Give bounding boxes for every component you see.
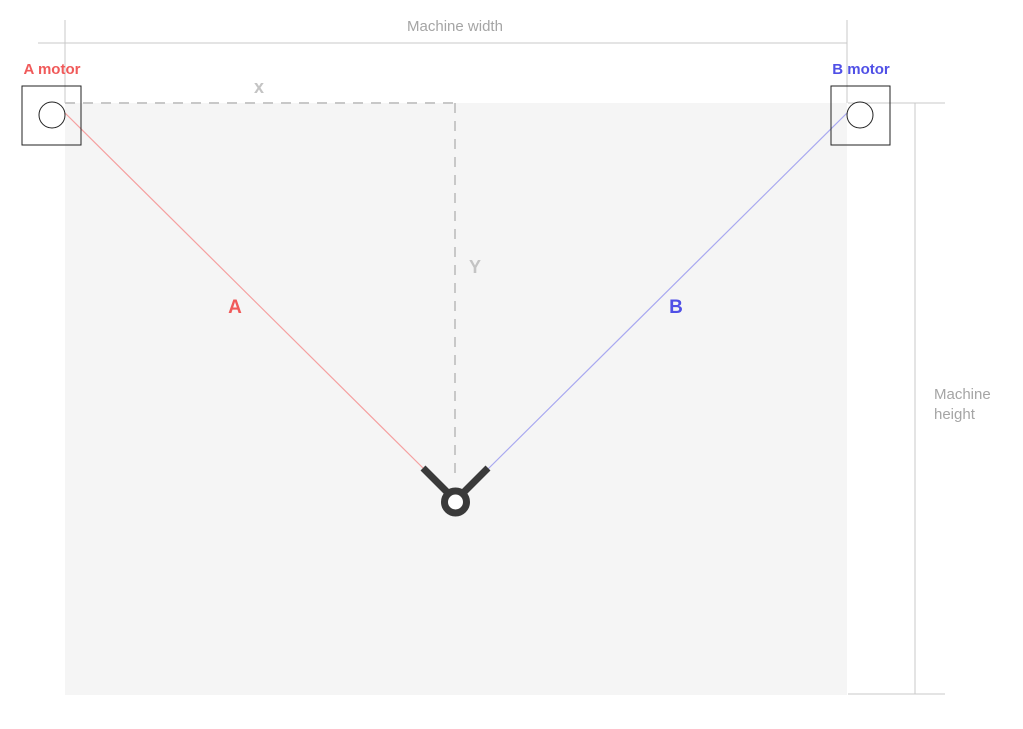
gondola-pen-ring xyxy=(441,487,470,517)
motor-a-label: A motor xyxy=(24,61,81,78)
cord-a-label: A xyxy=(228,297,242,318)
diagram-canvas: Machine width Machine height x Y A B A m… xyxy=(21,18,991,695)
motor-b-spindle-icon xyxy=(846,101,874,129)
motor-a-spindle-icon xyxy=(38,101,66,129)
cord-b-label: B xyxy=(669,297,683,318)
machine-height-label-line2: height xyxy=(934,406,976,423)
motor-b-label: B motor xyxy=(832,61,890,78)
machine-height-label-line1: Machine xyxy=(934,386,991,403)
machine-width-label: Machine width xyxy=(407,18,503,35)
polargraph-diagram: Machine width Machine height x Y A B A m… xyxy=(0,0,1023,729)
x-coordinate-label: x xyxy=(254,77,264,97)
y-coordinate-label: Y xyxy=(469,257,481,277)
